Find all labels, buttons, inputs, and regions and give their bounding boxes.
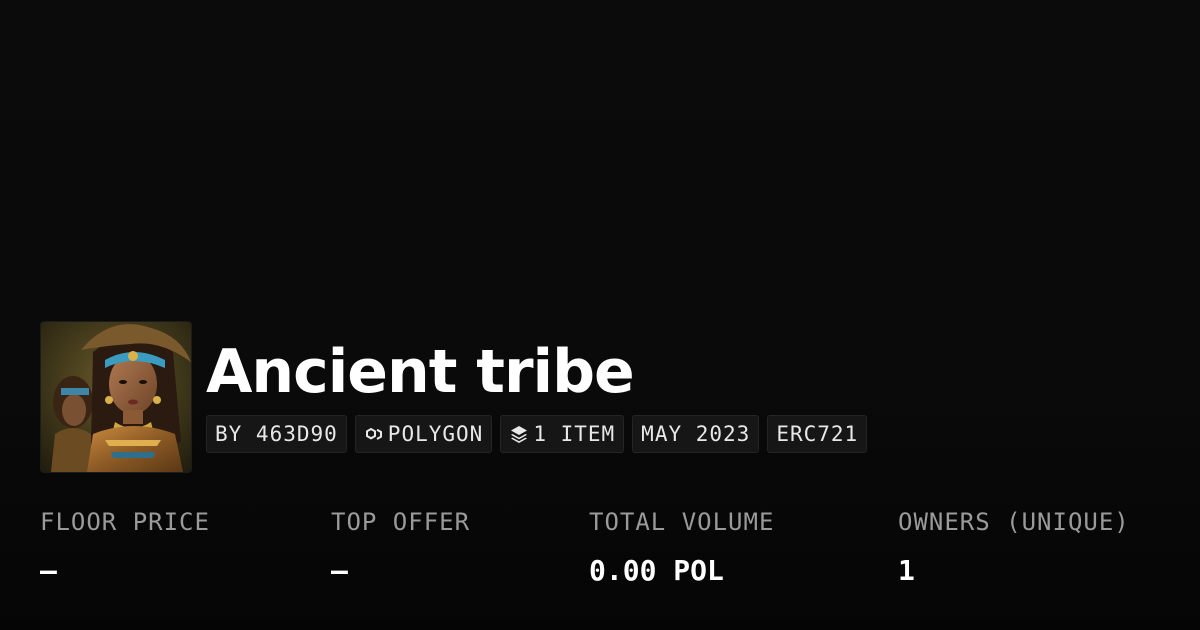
owners-label: OWNERS (UNIQUE) xyxy=(898,508,1130,536)
collection-title: Ancient tribe xyxy=(206,337,635,407)
collection-tags: BY 463D90 POLYGON 1 ITEM MAY 2023 ERC721 xyxy=(206,415,868,453)
top-offer-value: – xyxy=(331,554,348,587)
date-label: MAY 2023 xyxy=(641,422,751,446)
floor-price-stat: FLOOR PRICE – xyxy=(40,505,210,588)
owners-stat: OWNERS (UNIQUE) 1 xyxy=(898,505,1130,588)
standard-tag: ERC721 xyxy=(767,415,868,453)
owners-value: 1 xyxy=(898,554,915,587)
creator-label: BY 463D90 xyxy=(215,422,338,446)
standard-label: ERC721 xyxy=(776,422,859,446)
layers-icon xyxy=(509,424,529,444)
items-tag[interactable]: 1 ITEM xyxy=(500,415,625,453)
collection-avatar xyxy=(40,321,192,473)
chain-label: POLYGON xyxy=(387,422,484,446)
date-tag: MAY 2023 xyxy=(632,415,760,453)
chain-tag[interactable]: POLYGON xyxy=(354,415,493,453)
total-volume-value: 0.00 POL xyxy=(589,554,724,587)
creator-tag[interactable]: BY 463D90 xyxy=(206,415,347,453)
floor-price-label: FLOOR PRICE xyxy=(40,508,210,536)
items-label: 1 ITEM xyxy=(533,422,616,446)
floor-price-value: – xyxy=(40,554,57,587)
collection-share-card: Ancient tribe BY 463D90 POLYGON 1 ITEM M… xyxy=(0,0,1200,630)
top-offer-stat: TOP OFFER – xyxy=(331,505,470,588)
total-volume-label: TOTAL VOLUME xyxy=(589,508,775,536)
polygon-chain-icon xyxy=(364,424,384,444)
top-offer-label: TOP OFFER xyxy=(331,508,471,536)
total-volume-stat: TOTAL VOLUME 0.00 POL xyxy=(589,505,774,588)
collection-avatar-image xyxy=(41,322,191,472)
